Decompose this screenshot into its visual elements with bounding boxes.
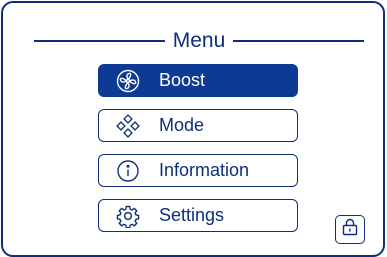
- mode-label: Mode: [159, 115, 205, 135]
- page-title: Menu: [172, 29, 226, 52]
- settings-button[interactable]: Settings: [98, 199, 298, 232]
- information-label: Information: [159, 160, 250, 180]
- divider-right: [233, 40, 364, 42]
- boost-button[interactable]: Boost: [98, 64, 298, 97]
- info-icon: [115, 158, 141, 184]
- information-button[interactable]: Information: [98, 154, 298, 187]
- mode-icon: [115, 113, 141, 139]
- menu-header: Menu: [34, 26, 364, 56]
- lock-icon: [340, 217, 360, 242]
- lock-button[interactable]: [335, 215, 365, 244]
- divider-left: [34, 40, 165, 42]
- fan-icon: [115, 68, 141, 94]
- boost-label: Boost: [159, 70, 206, 90]
- settings-label: Settings: [159, 205, 225, 225]
- gear-icon: [115, 203, 141, 229]
- mode-button[interactable]: Mode: [98, 109, 298, 142]
